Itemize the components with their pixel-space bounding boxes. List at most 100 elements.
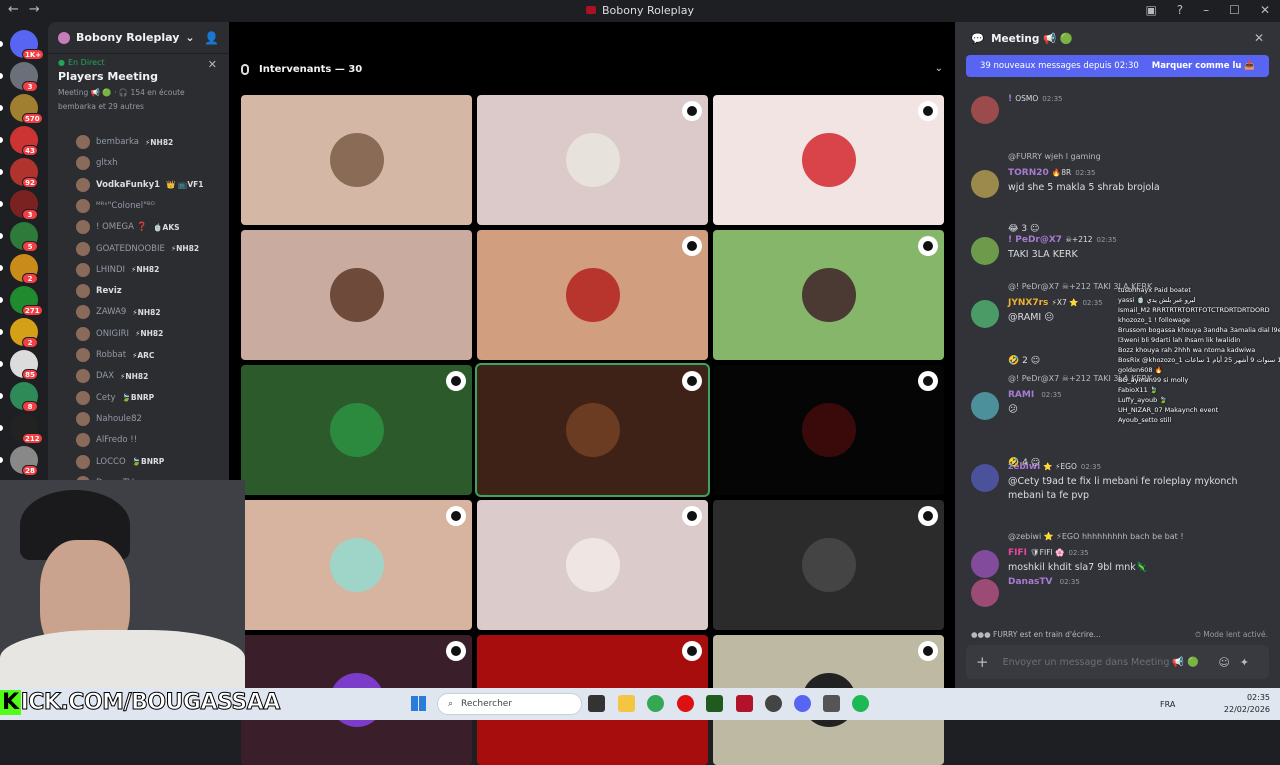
speaker-tile[interactable] xyxy=(241,500,472,630)
stage-event-card[interactable]: En Direct Players Meeting Meeting 📢 🟢 · … xyxy=(48,54,229,115)
obs-icon[interactable] xyxy=(765,695,782,712)
server-header[interactable]: Bobony Roleplay ⌄ 👤 xyxy=(48,22,229,54)
avatar[interactable] xyxy=(971,96,999,124)
add-reaction-icon[interactable]: ☺ xyxy=(1031,458,1040,468)
avatar[interactable] xyxy=(971,464,999,492)
speaker-tile[interactable] xyxy=(475,363,710,497)
user-name: ! OMEGA ❓ xyxy=(96,222,148,233)
chat-bubble-icon: 💬 xyxy=(971,32,985,45)
moderator-shield-icon xyxy=(918,236,938,256)
event-meta: Meeting 📢 🟢 · 🎧 154 en écoute xyxy=(58,88,185,97)
message-input[interactable]: Envoyer un message dans Meeting 📢 🟢 xyxy=(1003,657,1199,668)
author-name[interactable]: ! xyxy=(1008,94,1012,104)
avatar xyxy=(329,268,384,322)
author-name[interactable]: FIFI xyxy=(1008,548,1027,558)
reply-preview[interactable]: @FURRY wjeh l gaming xyxy=(1008,152,1101,161)
speaker-tile[interactable] xyxy=(477,230,708,360)
close-icon[interactable]: ✕ xyxy=(1254,31,1264,45)
task-view-icon[interactable] xyxy=(588,695,605,712)
chrome-icon[interactable] xyxy=(647,695,664,712)
author-name[interactable]: RAMI xyxy=(1008,390,1034,400)
discord-icon[interactable] xyxy=(794,695,811,712)
voice-user[interactable]: LHINDI ⚡NH82 xyxy=(76,262,159,278)
reaction-emoji: 😂 xyxy=(1008,224,1019,234)
voice-user[interactable]: ONIGIRI ⚡NH82 xyxy=(76,326,163,342)
avatar[interactable] xyxy=(971,300,999,328)
user-name: VodkaFunky1 xyxy=(96,179,161,190)
voice-user[interactable]: ! OMEGA ❓ 🍵AKS xyxy=(76,219,180,235)
speaker-tile[interactable] xyxy=(477,95,708,225)
voice-user[interactable]: AlFredo !! xyxy=(76,432,143,448)
add-reaction-icon[interactable]: ☺ xyxy=(1031,356,1040,366)
reaction-chip[interactable]: 🤣 2 ☺ xyxy=(1008,356,1040,366)
message-header: ! OSMO 02:35 xyxy=(1008,94,1062,104)
minimize-icon[interactable]: – xyxy=(1203,3,1209,17)
author-name[interactable]: ! PeDr@X7 xyxy=(1008,235,1062,245)
voice-user[interactable]: bembarka ⚡NH82 xyxy=(76,134,173,150)
voice-user[interactable]: Robbat ⚡ARC xyxy=(76,347,154,363)
maximize-icon[interactable]: ☐ xyxy=(1229,3,1240,17)
chevron-down-icon[interactable]: ⌄ xyxy=(935,63,943,74)
clock[interactable]: 02:35 22/02/2026 xyxy=(1224,692,1270,716)
taskbar-search[interactable]: ⌕ Rechercher xyxy=(437,693,582,715)
unread-indicator xyxy=(0,73,3,79)
close-icon[interactable]: ✕ xyxy=(1260,3,1270,17)
avatar[interactable] xyxy=(971,170,999,198)
speaker-tile[interactable] xyxy=(241,365,472,495)
message-composer[interactable]: + Envoyer un message dans Meeting 📢 🟢 ☺✦ xyxy=(966,645,1269,679)
window-controls[interactable]: ▣ ? – ☐ ✕ xyxy=(1145,3,1270,17)
author-name[interactable]: JYNX7rs xyxy=(1008,298,1048,308)
plus-icon[interactable]: + xyxy=(976,653,989,671)
voice-user[interactable]: Reviz xyxy=(76,283,128,299)
reply-preview[interactable]: @zebiwi ⭐ ⚡EGO hhhhhhhhh bach be bat ! xyxy=(1008,532,1184,541)
inbox-icon[interactable]: ▣ xyxy=(1145,3,1156,17)
new-messages-bar[interactable]: 39 nouveaux messages depuis 02:30 Marque… xyxy=(966,55,1269,77)
opera-icon[interactable] xyxy=(677,695,694,712)
app-a-icon[interactable] xyxy=(736,695,753,712)
voice-user[interactable]: Cety 🍃BNRP xyxy=(76,390,154,406)
voice-user[interactable]: LOCCO 🍃BNRP xyxy=(76,454,164,470)
mention-badge: 43 xyxy=(22,145,38,156)
moderator-shield-icon xyxy=(446,641,466,661)
voice-user[interactable]: ZAWA9 ⚡NH82 xyxy=(76,304,161,320)
speaker-tile[interactable] xyxy=(241,230,472,360)
voice-user[interactable]: Nahoule82 xyxy=(76,411,148,427)
speaker-tile[interactable] xyxy=(713,230,944,360)
stream-chat-line: golden608 🔥 xyxy=(1118,366,1163,374)
avatar[interactable] xyxy=(971,392,999,420)
author-name[interactable]: DanasTV xyxy=(1008,577,1053,587)
voice-user[interactable]: gltxh xyxy=(76,155,124,171)
composer-tools[interactable]: ☺✦ xyxy=(1218,656,1259,669)
help-icon[interactable]: ? xyxy=(1177,3,1183,17)
voice-user[interactable]: ᴹᴿˢ"Colonel"ᴮᴼ xyxy=(76,198,161,214)
avatar[interactable] xyxy=(971,550,999,578)
reaction-chip[interactable]: 🤣 4 ☺ xyxy=(1008,458,1040,468)
stream-chat-line: l3weni bli 9darti lah ihsam lik lwalidin xyxy=(1118,336,1241,344)
file-explorer-icon[interactable] xyxy=(618,695,635,712)
reaction-chip[interactable]: 😂 3 ☺ xyxy=(1008,224,1039,234)
unread-indicator xyxy=(0,297,3,303)
speaker-tile[interactable] xyxy=(713,500,944,630)
voice-user[interactable]: GOATEDNOOBIE ⚡NH82 xyxy=(76,241,199,257)
voice-user[interactable]: VodkaFunky1 👑 📺VF1 xyxy=(76,177,203,193)
speaker-tile[interactable] xyxy=(713,365,944,495)
avatar[interactable] xyxy=(971,579,999,607)
mark-read-button[interactable]: Marquer comme lu 📥 xyxy=(1152,61,1255,71)
language-indicator[interactable]: FRA xyxy=(1160,700,1175,709)
user-name: DAX xyxy=(96,371,115,382)
voice-user[interactable]: DAX ⚡NH82 xyxy=(76,368,148,384)
speaker-tile[interactable] xyxy=(241,95,472,225)
add-reaction-icon[interactable]: ☺ xyxy=(1030,224,1039,234)
windows-start-icon[interactable] xyxy=(411,696,426,711)
spotify-icon[interactable] xyxy=(852,695,869,712)
invite-icon[interactable]: 👤 xyxy=(204,31,219,45)
app-folder-icon[interactable] xyxy=(823,695,840,712)
author-name[interactable]: TORN20 xyxy=(1008,168,1049,178)
speaker-tile[interactable] xyxy=(477,500,708,630)
avatar[interactable] xyxy=(971,237,999,265)
close-icon[interactable]: ✕ xyxy=(208,58,217,71)
terminal-icon[interactable] xyxy=(706,695,723,712)
title-bar: ←→ Bobony Roleplay ▣ ? – ☐ ✕ xyxy=(0,0,1280,22)
message-body: 😕 xyxy=(1008,404,1018,415)
speaker-tile[interactable] xyxy=(713,95,944,225)
